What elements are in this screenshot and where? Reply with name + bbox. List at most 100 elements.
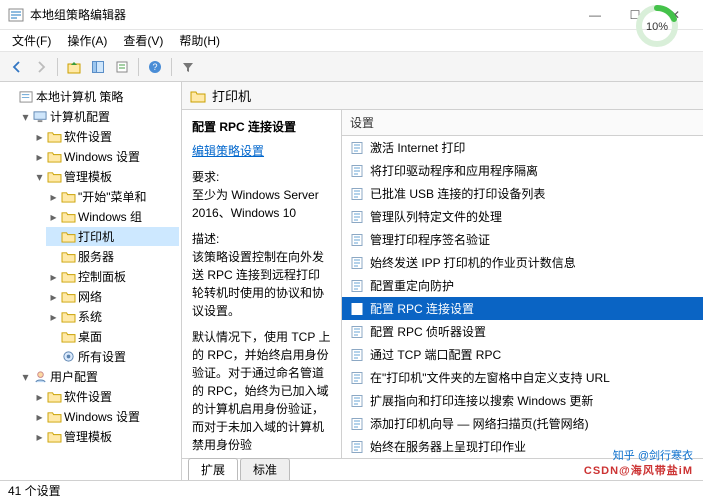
policy-item-icon [350, 141, 364, 155]
expand-icon[interactable]: ▸ [34, 411, 45, 422]
list-item[interactable]: 扩展指向和打印连接以搜索 Windows 更新 [342, 389, 703, 412]
policy-item-icon [350, 417, 364, 431]
expand-icon[interactable]: ▸ [34, 151, 45, 162]
list-item[interactable]: 管理打印程序签名验证 [342, 228, 703, 251]
minimize-button[interactable]: — [575, 2, 615, 28]
tree-system[interactable]: ▸系统 [46, 307, 179, 326]
menu-view[interactable]: 查看(V) [117, 30, 169, 51]
tree-windows-components[interactable]: ▸Windows 组 [46, 207, 179, 226]
folder-icon [190, 89, 206, 103]
policy-item-icon [350, 394, 364, 408]
list-item[interactable]: 配置重定向防护 [342, 274, 703, 297]
show-hide-tree-button[interactable] [87, 56, 109, 78]
edit-policy-link[interactable]: 编辑策略设置 [192, 144, 264, 158]
menu-file[interactable]: 文件(F) [6, 30, 57, 51]
expand-icon[interactable]: ▸ [48, 271, 59, 282]
expand-icon[interactable]: ▸ [48, 211, 59, 222]
tree-user-windows[interactable]: ▸Windows 设置 [32, 407, 179, 426]
tree-all-settings[interactable]: 所有设置 [46, 347, 179, 366]
nav-tree[interactable]: 本地计算机 策略 ▾计算机配置 ▸软件设置 ▸Windows 设置 ▾管理模板 … [0, 82, 182, 480]
settings-list[interactable]: 设置 激活 Internet 打印将打印驱动程序和应用程序隔离已批准 USB 连… [342, 110, 703, 458]
policy-item-icon [350, 256, 364, 270]
tree-start-menu[interactable]: ▸"开始"菜单和 [46, 187, 179, 206]
tree-printers[interactable]: 打印机 [46, 227, 179, 246]
list-item[interactable]: 通过 TCP 端口配置 RPC [342, 343, 703, 366]
forward-button[interactable] [30, 56, 52, 78]
policy-title: 配置 RPC 连接设置 [192, 118, 331, 136]
list-item-label: 管理队列特定文件的处理 [370, 208, 502, 225]
policy-item-icon [350, 233, 364, 247]
help-button[interactable]: ? [144, 56, 166, 78]
description-text-2: 默认情况下，使用 TCP 上的 RPC，并始终启用身份验证。对于通过命名管道的 … [192, 328, 331, 454]
tree-control-panel[interactable]: ▸控制面板 [46, 267, 179, 286]
list-item-label: 配置 RPC 连接设置 [370, 300, 474, 317]
folder-icon [61, 190, 76, 203]
expand-icon[interactable]: ▸ [34, 131, 45, 142]
toolbar-separator [57, 58, 58, 76]
list-item[interactable]: 始终在服务器上呈现打印作业 [342, 435, 703, 458]
tree-user-admin[interactable]: ▸管理模板 [32, 427, 179, 446]
tree-network[interactable]: ▸网络 [46, 287, 179, 306]
list-item-label: 始终发送 IPP 打印机的作业页计数信息 [370, 254, 576, 271]
svg-text:?: ? [152, 62, 157, 72]
expand-icon[interactable]: ▸ [48, 291, 59, 302]
list-item[interactable]: 添加打印机向导 — 网络扫描页(托管网络) [342, 412, 703, 435]
requirements-text: 至少为 Windows Server 2016、Windows 10 [192, 186, 331, 222]
list-item[interactable]: 在"打印机"文件夹的左窗格中自定义支持 URL [342, 366, 703, 389]
folder-icon [61, 210, 76, 223]
tree-computer-config[interactable]: ▾计算机配置 [18, 107, 179, 126]
menu-bar: 文件(F) 操作(A) 查看(V) 帮助(H) [0, 30, 703, 52]
tree-software-settings[interactable]: ▸软件设置 [32, 127, 179, 146]
tree-root[interactable]: 本地计算机 策略 [4, 87, 179, 106]
list-item[interactable]: 激活 Internet 打印 [342, 136, 703, 159]
collapse-icon[interactable]: ▾ [20, 111, 31, 122]
list-item-label: 将打印驱动程序和应用程序隔离 [370, 162, 538, 179]
expand-icon[interactable]: ▸ [48, 311, 59, 322]
tab-standard[interactable]: 标准 [240, 458, 290, 480]
up-button[interactable] [63, 56, 85, 78]
list-item[interactable]: 将打印驱动程序和应用程序隔离 [342, 159, 703, 182]
main-body: 本地计算机 策略 ▾计算机配置 ▸软件设置 ▸Windows 设置 ▾管理模板 … [0, 82, 703, 480]
menu-action[interactable]: 操作(A) [61, 30, 113, 51]
collapse-icon[interactable]: ▾ [34, 171, 45, 182]
policy-item-icon [350, 440, 364, 454]
folder-icon [47, 130, 62, 143]
folder-icon [61, 290, 76, 303]
tree-server[interactable]: 服务器 [46, 247, 179, 266]
column-header-setting[interactable]: 设置 [342, 110, 703, 136]
description-text-1: 该策略设置控制在向外发送 RPC 连接到远程打印轮转机时使用的协议和协议设置。 [192, 248, 331, 320]
view-tabs: 扩展 标准 [182, 458, 703, 480]
list-item-label: 配置 RPC 侦听器设置 [370, 323, 486, 340]
status-bar: 41 个设置 [0, 480, 703, 500]
filter-button[interactable] [177, 56, 199, 78]
content-pane: 打印机 配置 RPC 连接设置 编辑策略设置 要求: 至少为 Windows S… [182, 82, 703, 480]
list-item[interactable]: 管理队列特定文件的处理 [342, 205, 703, 228]
list-item[interactable]: 配置 RPC 侦听器设置 [342, 320, 703, 343]
tree-windows-settings[interactable]: ▸Windows 设置 [32, 147, 179, 166]
list-item[interactable]: 已批准 USB 连接的打印设备列表 [342, 182, 703, 205]
folder-icon [61, 270, 76, 283]
list-item[interactable]: 配置 RPC 连接设置 [342, 297, 703, 320]
progress-overlay: 10% [635, 4, 679, 48]
export-button[interactable] [111, 56, 133, 78]
tree-user-software[interactable]: ▸软件设置 [32, 387, 179, 406]
policy-icon [19, 90, 34, 103]
folder-icon [47, 170, 62, 183]
expand-icon[interactable]: ▸ [34, 431, 45, 442]
policy-item-icon [350, 325, 364, 339]
collapse-icon[interactable]: ▾ [20, 371, 31, 382]
tree-admin-templates[interactable]: ▾管理模板 [32, 167, 179, 186]
back-button[interactable] [6, 56, 28, 78]
list-item-label: 添加打印机向导 — 网络扫描页(托管网络) [370, 415, 589, 432]
folder-icon [61, 310, 76, 323]
expand-icon[interactable]: ▸ [48, 191, 59, 202]
tab-extended[interactable]: 扩展 [188, 458, 238, 480]
list-item[interactable]: 始终发送 IPP 打印机的作业页计数信息 [342, 251, 703, 274]
menu-help[interactable]: 帮助(H) [173, 30, 226, 51]
tree-user-config[interactable]: ▾用户配置 [18, 367, 179, 386]
policy-item-icon [350, 210, 364, 224]
tree-desktop[interactable]: 桌面 [46, 327, 179, 346]
user-icon [33, 370, 48, 383]
title-bar: 本地组策略编辑器 — ☐ ✕ [0, 0, 703, 30]
expand-icon[interactable]: ▸ [34, 391, 45, 402]
